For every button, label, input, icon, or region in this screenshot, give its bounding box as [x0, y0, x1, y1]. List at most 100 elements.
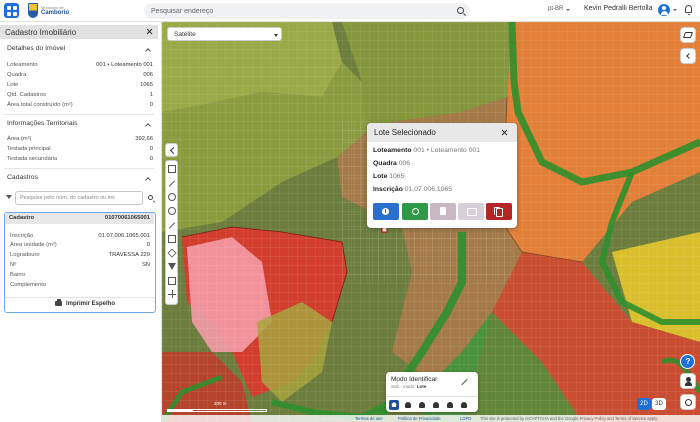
popup-row: Loteamento 001 • Loteamento 001: [373, 147, 480, 154]
info-button[interactable]: [373, 203, 399, 220]
divider: [4, 168, 154, 169]
avatar[interactable]: [658, 4, 670, 16]
popup-header: Lote Selecionado: [367, 123, 517, 142]
chevron-down-icon[interactable]: [566, 9, 570, 11]
address-search-input[interactable]: [151, 3, 451, 19]
scale-bar: [167, 409, 267, 412]
popup-row: Inscrição 01.07.006.1065: [373, 186, 452, 193]
lot-mode-icon[interactable]: [389, 400, 399, 410]
table-button[interactable]: [458, 203, 484, 220]
polygon-icon[interactable]: [167, 248, 177, 258]
apps-grid-button[interactable]: [4, 3, 19, 18]
map-toolbar: [165, 160, 178, 305]
zoom-to-lot-button[interactable]: [402, 203, 428, 220]
mode-subtitle: Sub - modo: Lote: [391, 384, 426, 389]
detail-label: Lote: [7, 82, 19, 88]
language-selector[interactable]: pt-BR: [548, 6, 563, 12]
property-panel: Cadastro Imobiliário Detalhes do Imóvel …: [0, 22, 162, 422]
close-icon[interactable]: [146, 28, 153, 35]
map-icon[interactable]: [445, 400, 455, 410]
expand-icon[interactable]: [168, 290, 176, 298]
section-details-heading[interactable]: Detalhes do Imóvel: [7, 45, 65, 52]
card-value: TRAVESSA 229: [108, 252, 150, 258]
section-territorial-heading[interactable]: Informações Territoriais: [7, 120, 78, 127]
printer-icon: [55, 299, 62, 306]
document-button[interactable]: [430, 203, 456, 220]
panel-title: Cadastro Imobiliário: [0, 25, 158, 39]
copy-button[interactable]: [486, 203, 512, 220]
terms-link[interactable]: Termos de uso: [355, 416, 382, 421]
popup-row: Lote 1065: [373, 173, 404, 180]
card-label: Bairro: [10, 272, 26, 278]
card-value: 01.07.006.1065.001: [98, 233, 150, 239]
popup-row: Quadra 006: [373, 160, 410, 167]
card-header: Cadastro 01070061065001: [5, 213, 154, 224]
building-icon[interactable]: [417, 400, 427, 410]
compass-icon: [684, 398, 692, 406]
bell-icon[interactable]: [685, 5, 692, 15]
search-icon[interactable]: [457, 7, 464, 14]
cadastro-search-input[interactable]: [20, 192, 140, 204]
municipality-logo[interactable]: Município de Camboriú: [28, 2, 73, 20]
search-icon[interactable]: [148, 195, 153, 200]
section-cadastros-heading[interactable]: Cadastros: [7, 174, 38, 181]
cadastro-search: [15, 191, 143, 205]
card-label: Complemento: [10, 282, 47, 288]
mode-tool-bar: [386, 396, 478, 412]
filter-icon[interactable]: [168, 263, 176, 270]
pin-icon[interactable]: [403, 400, 413, 410]
filter-icon[interactable]: [6, 195, 12, 199]
help-icon[interactable]: [680, 354, 695, 369]
detail-value: 0: [149, 102, 153, 108]
expand-sidebar-button[interactable]: [680, 48, 696, 64]
print-map-icon[interactable]: [168, 277, 176, 285]
area-icon[interactable]: [168, 235, 176, 243]
chevron-down-icon[interactable]: [673, 9, 677, 11]
address-search: [144, 3, 470, 19]
top-bar: Município de Camboriú pt-BR Kevin Pedral…: [0, 0, 700, 22]
detail-value: 006: [143, 72, 153, 78]
popup-row-value: 01.07.006.1065: [404, 186, 452, 193]
scale-label: 200 m: [214, 401, 227, 406]
close-icon[interactable]: [501, 129, 507, 135]
print-mirror-button[interactable]: Imprimir Espelho: [5, 297, 154, 310]
person-icon[interactable]: [431, 400, 441, 410]
street-view-button[interactable]: [680, 373, 696, 389]
measure-icon[interactable]: [168, 165, 176, 173]
popup-row-label: Lote: [373, 173, 388, 180]
selected-lot-popup: Lote Selecionado Loteamento 001 • Loteam…: [367, 123, 517, 228]
chevron-down-icon: [274, 34, 278, 37]
mode-3d-button[interactable]: 3D: [652, 398, 666, 410]
identify-mode-panel: Modo Identificar Sub - modo: Lote: [386, 372, 478, 412]
chevron-up-icon[interactable]: [145, 48, 151, 54]
chevron-up-icon[interactable]: [145, 177, 151, 183]
cadastro-card[interactable]: Cadastro 01070061065001 Inscrição 01.07.…: [4, 212, 156, 313]
lgpd-link[interactable]: LGPD: [460, 416, 471, 421]
chevron-up-icon[interactable]: [145, 123, 151, 129]
card-id: 01070061065001: [104, 215, 150, 221]
card-label: Logradouro: [10, 252, 40, 258]
bike-icon[interactable]: [459, 400, 469, 410]
popup-row-label: Loteamento: [373, 147, 412, 154]
privacy-link[interactable]: Política de Privacidade: [398, 416, 441, 421]
detail-value: 1: [149, 92, 153, 98]
draw-circle-icon[interactable]: [168, 193, 176, 201]
layers-button[interactable]: [680, 27, 696, 43]
territorial-value: 392,66: [135, 136, 153, 142]
layers-icon: [682, 32, 694, 38]
territorial-label: Testada secundária: [7, 156, 58, 162]
mode-2d-button[interactable]: 2D: [637, 398, 651, 410]
mode-sub-value: Lote: [416, 384, 427, 389]
card-value: SN: [141, 262, 150, 268]
collapse-panel-button[interactable]: [165, 143, 178, 157]
base-layer-select[interactable]: Satélite: [167, 27, 282, 41]
buffer-icon[interactable]: [168, 207, 176, 215]
draw-line-icon[interactable]: [168, 179, 176, 187]
popup-row-label: Inscrição: [373, 186, 403, 193]
eyedropper-icon[interactable]: [461, 378, 468, 386]
user-name[interactable]: Kevin Pedralli Bertolla: [584, 5, 652, 12]
popup-row-label: Quadra: [373, 160, 397, 167]
ruler-icon[interactable]: [168, 221, 176, 229]
divider: [4, 114, 154, 115]
compass-button[interactable]: [680, 394, 696, 410]
